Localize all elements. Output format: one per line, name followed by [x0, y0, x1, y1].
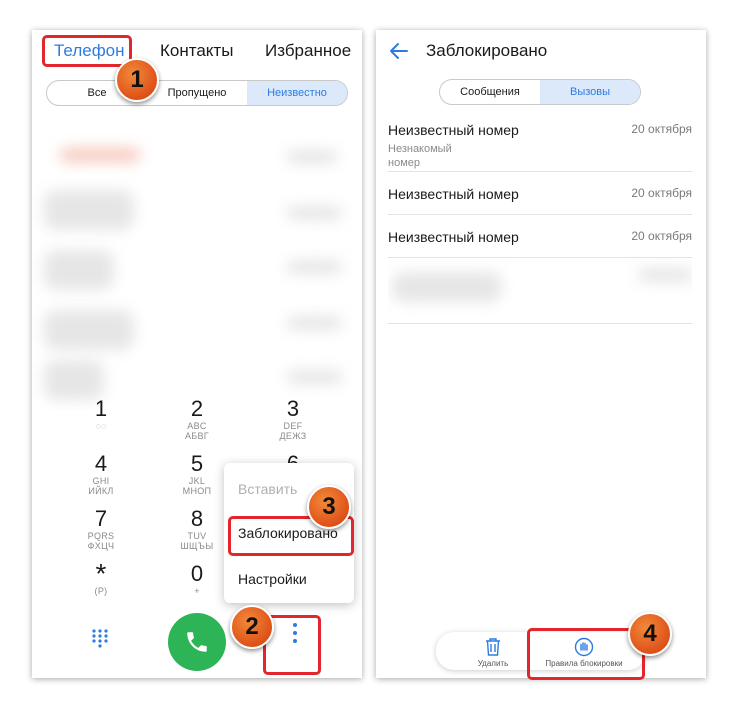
call-date: 20 октября [631, 229, 692, 243]
tab-favorites[interactable]: Избранное [265, 41, 351, 61]
blocked-calls-list: Неизвестный номер Незнакомый номер 20 ок… [388, 114, 692, 324]
menu-item-settings[interactable]: Настройки [238, 571, 307, 587]
back-arrow-icon[interactable] [388, 40, 410, 62]
page-title: Заблокировано [426, 41, 548, 60]
dial-key-1-number: 1 [94, 396, 108, 421]
tab-contacts[interactable]: Контакты [160, 41, 233, 61]
list-item[interactable]: Неизвестный номер 20 октября [388, 172, 692, 215]
dial-key-4-number: 4 [94, 451, 108, 476]
call-date: 20 октября [631, 122, 692, 136]
phone-app-screen: Телефон Контакты Избранное Все Пропущено… [32, 30, 362, 678]
dial-key-3-letters: DEF ДЕЖЗ [279, 421, 307, 441]
dial-key-2-number: 2 [190, 396, 204, 421]
dialpad-grid-icon[interactable] [90, 628, 110, 648]
dial-key-7-number: 7 [94, 506, 108, 531]
blurred-call-log [32, 110, 362, 410]
dial-key-star[interactable]: * (P) [56, 558, 146, 597]
dial-key-star-symbol: * [95, 558, 107, 589]
delete-label: Удалить [477, 659, 509, 668]
tab-messages[interactable]: Сообщения [440, 80, 540, 104]
tab-calls[interactable]: Вызовы [540, 80, 640, 104]
dial-key-7-letters: PQRS ФХЦЧ [87, 531, 115, 551]
list-item[interactable]: Неизвестный номер 20 октября [388, 215, 692, 258]
step-badge-3: 3 [307, 485, 351, 529]
blocked-header: Заблокировано [376, 30, 706, 74]
dial-key-4-letters: GHI ИЙКЛ [88, 476, 114, 496]
caller-label: Незнакомый номер [388, 143, 452, 169]
dial-key-2[interactable]: 2 ABC АБВГ [152, 396, 242, 442]
dial-key-7[interactable]: 7 PQRS ФХЦЧ [56, 506, 146, 552]
step-badge-4: 4 [628, 612, 672, 656]
dial-key-1[interactable]: 1 ◌◌ [56, 396, 146, 432]
dial-key-2-letters: ABC АБВГ [185, 421, 209, 441]
call-date: 20 октября [631, 186, 692, 200]
step-badge-2: 2 [230, 605, 274, 649]
dial-key-3[interactable]: 3 DEF ДЕЖЗ [248, 396, 338, 442]
delete-button[interactable]: Удалить [458, 634, 528, 668]
highlight-phone-tab [42, 35, 132, 67]
blocked-type-segmented: Сообщения Вызовы [439, 79, 641, 105]
list-item-blurred [388, 258, 692, 324]
dial-key-4[interactable]: 4 GHI ИЙКЛ [56, 451, 146, 497]
call-button[interactable] [168, 613, 226, 671]
voicemail-icon: ◌◌ [95, 421, 107, 431]
filter-unknown[interactable]: Неизвестно [247, 81, 347, 105]
blocked-screen: Заблокировано Сообщения Вызовы Неизвестн… [376, 30, 706, 678]
trash-icon [486, 638, 500, 656]
call-filter-segmented: Все Пропущено Неизвестно [46, 80, 348, 106]
dial-key-3-number: 3 [286, 396, 300, 421]
list-item[interactable]: Неизвестный номер Незнакомый номер 20 ок… [388, 114, 692, 172]
menu-item-paste[interactable]: Вставить [238, 481, 297, 497]
phone-icon [187, 632, 207, 652]
step-badge-1: 1 [115, 58, 159, 102]
filter-missed[interactable]: Пропущено [147, 81, 247, 105]
dial-key-star-sub: (P) [94, 586, 108, 596]
